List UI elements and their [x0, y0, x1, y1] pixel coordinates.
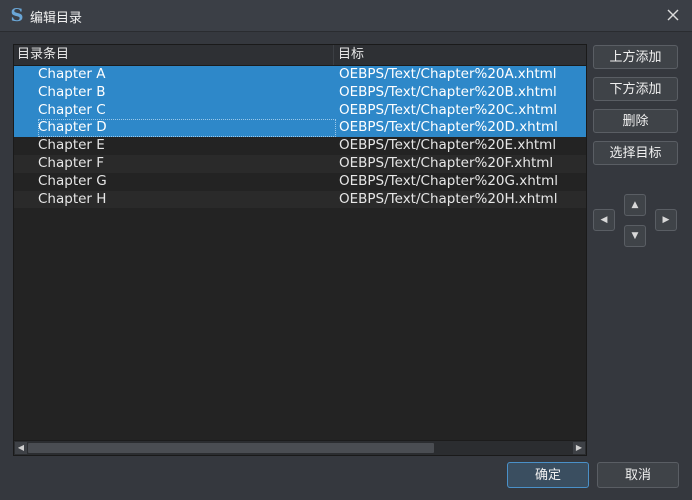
- toc-entry-name: Chapter G: [38, 172, 107, 189]
- horizontal-scrollbar[interactable]: ◀ ▶: [14, 440, 586, 455]
- table-row[interactable]: Chapter G OEBPS/Text/Chapter%20G.xhtml: [14, 173, 586, 191]
- table-row[interactable]: Chapter E OEBPS/Text/Chapter%20E.xhtml: [14, 137, 586, 155]
- toc-entry-name: Chapter H: [38, 190, 107, 207]
- toc-entry-target: OEBPS/Text/Chapter%20B.xhtml: [339, 83, 557, 100]
- add-below-button[interactable]: 下方添加: [593, 77, 678, 101]
- window-title: 编辑目录: [30, 11, 83, 26]
- toc-entry-name: Chapter B: [38, 83, 106, 100]
- table-row[interactable]: Chapter C OEBPS/Text/Chapter%20C.xhtml: [14, 101, 586, 120]
- toc-entry-name: Chapter A: [38, 66, 106, 82]
- toc-entry-name: Chapter E: [38, 137, 105, 154]
- scroll-left-icon[interactable]: ◀: [15, 442, 27, 454]
- scrollbar-thumb[interactable]: [28, 443, 434, 453]
- toc-entry-name: Chapter D: [38, 119, 107, 136]
- toc-entry-name: Chapter C: [38, 101, 106, 118]
- table-header: 目录条目 目标: [14, 45, 586, 66]
- column-header-target[interactable]: 目标: [335, 45, 586, 65]
- title-bar: S 编辑目录: [0, 0, 692, 32]
- delete-button[interactable]: 删除: [593, 109, 678, 133]
- move-up-icon[interactable]: ▲: [624, 194, 646, 216]
- toc-tree-view[interactable]: 目录条目 目标 Chapter A OEBPS/Text/Chapter%20A.…: [13, 44, 587, 456]
- toc-rows: Chapter A OEBPS/Text/Chapter%20A.xhtml Cha…: [14, 66, 586, 209]
- toc-entry-target: OEBPS/Text/Chapter%20G.xhtml: [339, 172, 558, 189]
- toc-entry-target: OEBPS/Text/Chapter%20D.xhtml: [339, 119, 558, 136]
- toc-entry-target: OEBPS/Text/Chapter%20F.xhtml: [339, 154, 554, 171]
- select-target-button[interactable]: 选择目标: [593, 141, 678, 165]
- table-row[interactable]: Chapter F OEBPS/Text/Chapter%20F.xhtml: [14, 154, 586, 173]
- move-left-icon[interactable]: ◀: [593, 209, 615, 231]
- ok-button[interactable]: 确定: [507, 462, 589, 488]
- move-right-icon[interactable]: ▶: [655, 209, 677, 231]
- cancel-button[interactable]: 取消: [597, 462, 679, 488]
- table-row[interactable]: Chapter D OEBPS/Text/Chapter%20D.xhtml: [14, 119, 586, 138]
- toc-entry-target: OEBPS/Text/Chapter%20C.xhtml: [339, 101, 557, 118]
- move-down-icon[interactable]: ▼: [624, 225, 646, 247]
- column-header-entry[interactable]: 目录条目: [14, 45, 334, 65]
- sigil-app-icon: S: [10, 5, 24, 26]
- table-row[interactable]: Chapter A OEBPS/Text/Chapter%20A.xhtml: [14, 66, 586, 84]
- toc-entry-target: OEBPS/Text/Chapter%20H.xhtml: [339, 190, 558, 207]
- close-icon[interactable]: [664, 6, 682, 24]
- add-above-button[interactable]: 上方添加: [593, 45, 678, 69]
- toc-entry-name: Chapter F: [38, 154, 105, 171]
- table-row[interactable]: Chapter H OEBPS/Text/Chapter%20H.xhtml: [14, 190, 586, 209]
- table-row[interactable]: Chapter B OEBPS/Text/Chapter%20B.xhtml: [14, 83, 586, 102]
- toc-entry-target: OEBPS/Text/Chapter%20E.xhtml: [339, 137, 557, 154]
- scroll-right-icon[interactable]: ▶: [573, 442, 585, 454]
- toc-entry-target: OEBPS/Text/Chapter%20A.xhtml: [339, 66, 557, 82]
